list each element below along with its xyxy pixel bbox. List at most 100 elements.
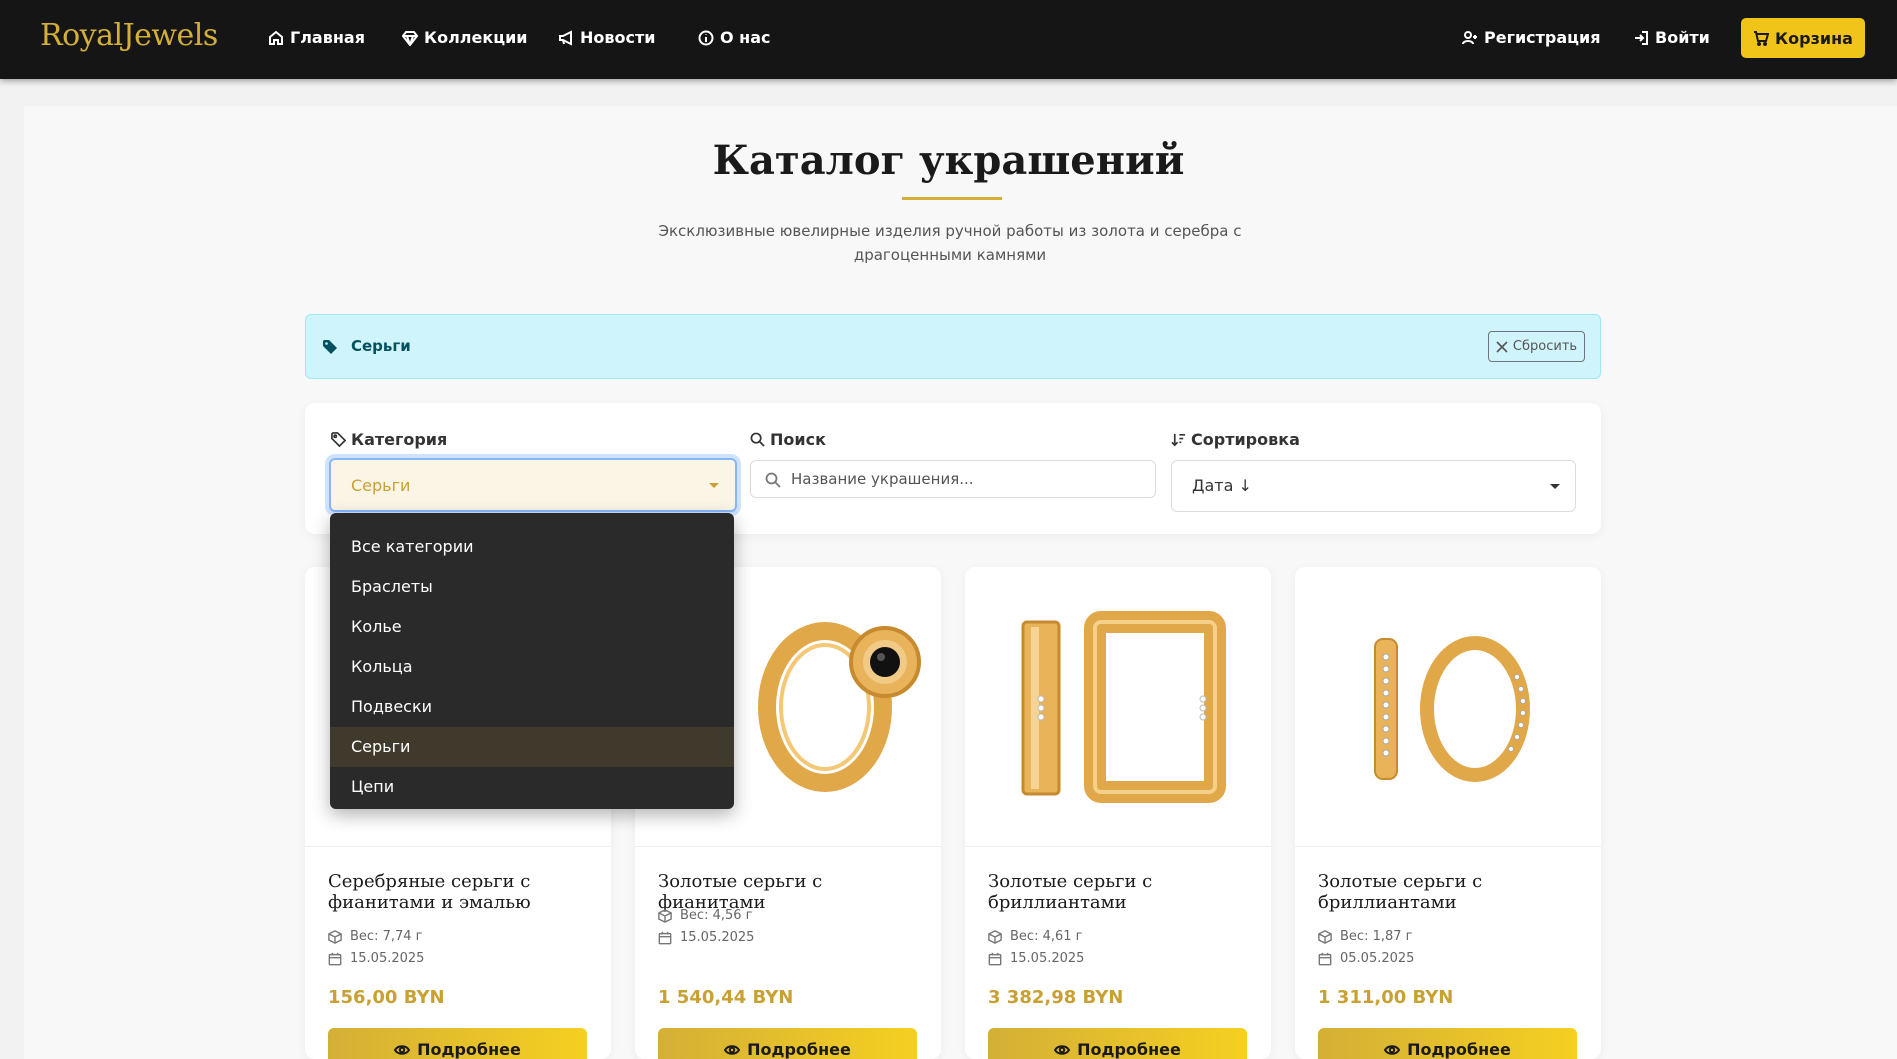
details-button[interactable]: Подробнее bbox=[658, 1028, 917, 1059]
nav-home[interactable]: Главная bbox=[268, 28, 365, 47]
category-select-value: Серьги bbox=[351, 476, 411, 495]
product-date-text: 15.05.2025 bbox=[1010, 951, 1085, 966]
chevron-down-icon bbox=[709, 483, 719, 488]
product-name[interactable]: Золотые серьги с бриллиантами bbox=[988, 871, 1258, 913]
dropdown-option[interactable]: Браслеты bbox=[330, 567, 734, 607]
sort-select-value: Дата ↓ bbox=[1192, 476, 1252, 495]
product-image[interactable] bbox=[965, 567, 1271, 847]
eye-icon bbox=[394, 1045, 411, 1055]
details-button-label: Подробнее bbox=[747, 1040, 851, 1059]
cart-icon bbox=[1754, 31, 1770, 46]
eye-icon bbox=[1054, 1045, 1071, 1055]
dropdown-option[interactable]: Цепи bbox=[330, 767, 734, 807]
dropdown-option[interactable]: Колье bbox=[330, 607, 734, 647]
tag-icon bbox=[323, 340, 337, 354]
active-filter-alert: Серьги Сбросить bbox=[305, 314, 1601, 379]
product-date-text: 05.05.2025 bbox=[1340, 951, 1415, 966]
nav-collections[interactable]: Коллекции bbox=[402, 28, 528, 47]
product-price: 1 311,00 BYN bbox=[1318, 987, 1454, 1008]
product-card[interactable]: Золотые серьги с бриллиантами Вес: 1,87 … bbox=[1295, 567, 1601, 1059]
details-button[interactable]: Подробнее bbox=[988, 1028, 1247, 1059]
title-underline bbox=[902, 197, 1002, 200]
nav-register-label: Регистрация bbox=[1484, 28, 1601, 47]
close-icon bbox=[1496, 340, 1508, 353]
eye-icon bbox=[724, 1045, 741, 1055]
product-card[interactable]: Золотые серьги с бриллиантами Вес: 4,61 … bbox=[965, 567, 1271, 1059]
details-button[interactable]: Подробнее bbox=[1318, 1028, 1577, 1059]
chevron-down-icon bbox=[1550, 484, 1560, 489]
dropdown-option[interactable]: Кольца bbox=[330, 647, 734, 687]
product-date: 15.05.2025 bbox=[988, 951, 1084, 966]
info-icon bbox=[698, 30, 714, 45]
search-input[interactable]: Название украшения... bbox=[750, 460, 1156, 498]
details-button-label: Подробнее bbox=[1077, 1040, 1181, 1059]
product-date: 05.05.2025 bbox=[1318, 951, 1414, 966]
product-name[interactable]: Золотые серьги с бриллиантами bbox=[1318, 871, 1588, 913]
product-price: 156,00 BYN bbox=[328, 987, 445, 1008]
dropdown-option-selected[interactable]: Серьги bbox=[330, 727, 734, 767]
reset-filter-button[interactable]: Сбросить bbox=[1488, 331, 1585, 362]
login-icon bbox=[1635, 30, 1648, 45]
product-date: 15.05.2025 bbox=[328, 951, 424, 966]
active-filter-label: Серьги bbox=[351, 337, 411, 355]
details-button-label: Подробнее bbox=[417, 1040, 521, 1059]
cart-label: Корзина bbox=[1775, 28, 1853, 48]
product-price: 1 540,44 BYN bbox=[658, 987, 794, 1008]
brand-logo[interactable]: RoyalJewels bbox=[40, 18, 218, 53]
earring-hoop-diamond-image bbox=[1374, 636, 1530, 782]
nav-about-label: О нас bbox=[720, 28, 771, 47]
earring-square-gold-image bbox=[1021, 611, 1226, 803]
product-name[interactable]: Серебряные серьги с фианитами и эмалью bbox=[328, 871, 598, 913]
product-weight-text: Вес: 7,74 г bbox=[350, 929, 423, 944]
details-button[interactable]: Подробнее bbox=[328, 1028, 587, 1059]
dropdown-option[interactable]: Все категории bbox=[330, 527, 734, 567]
product-date-text: 15.05.2025 bbox=[350, 951, 425, 966]
tag-outline-icon bbox=[331, 432, 346, 447]
product-weight-text: Вес: 4,56 г bbox=[680, 908, 753, 923]
category-dropdown-menu: Все категории Браслеты Колье Кольца Подв… bbox=[330, 513, 734, 809]
sort-icon bbox=[1171, 433, 1186, 447]
product-weight-text: Вес: 1,87 г bbox=[1340, 929, 1413, 944]
cart-button[interactable]: Корзина bbox=[1741, 18, 1865, 58]
box-icon bbox=[988, 929, 1002, 944]
product-weight: Вес: 7,74 г bbox=[328, 929, 422, 944]
nav-collections-label: Коллекции bbox=[424, 28, 528, 47]
nav-about[interactable]: О нас bbox=[698, 28, 771, 47]
product-weight: Вес: 4,61 г bbox=[988, 929, 1082, 944]
search-label-text: Поиск bbox=[770, 430, 826, 449]
sort-label-text: Сортировка bbox=[1191, 430, 1300, 449]
user-plus-icon bbox=[1462, 30, 1477, 44]
product-image[interactable] bbox=[1295, 567, 1601, 847]
search-placeholder: Название украшения... bbox=[791, 470, 974, 488]
product-weight: Вес: 4,56 г bbox=[658, 908, 752, 923]
search-icon bbox=[765, 472, 781, 488]
search-icon bbox=[750, 432, 765, 447]
page-subtitle: Эксклюзивные ювелирные изделия ручной ра… bbox=[658, 222, 1242, 264]
page-title: Каталог украшений bbox=[712, 137, 1185, 184]
nav-register[interactable]: Регистрация bbox=[1462, 28, 1601, 47]
box-icon bbox=[658, 908, 672, 923]
box-icon bbox=[328, 929, 342, 944]
megaphone-icon bbox=[559, 29, 572, 46]
product-date-text: 15.05.2025 bbox=[680, 930, 755, 945]
home-icon bbox=[269, 30, 283, 45]
nav-news[interactable]: Новости bbox=[558, 28, 655, 47]
box-icon bbox=[1318, 929, 1332, 944]
product-weight: Вес: 1,87 г bbox=[1318, 929, 1412, 944]
sort-label: Сортировка bbox=[1171, 430, 1300, 449]
product-price: 3 382,98 BYN bbox=[988, 987, 1124, 1008]
category-select[interactable]: Серьги bbox=[329, 458, 737, 512]
nav-login[interactable]: Войти bbox=[1633, 28, 1710, 47]
product-name[interactable]: Золотые серьги с фианитами bbox=[658, 871, 928, 913]
category-label: Категория bbox=[331, 430, 447, 449]
category-label-text: Категория bbox=[351, 430, 448, 449]
product-weight-text: Вес: 4,61 г bbox=[1010, 929, 1083, 944]
calendar-icon bbox=[1318, 952, 1332, 965]
reset-label: Сбросить bbox=[1512, 339, 1578, 354]
nav-news-label: Новости bbox=[580, 28, 656, 47]
product-date: 15.05.2025 bbox=[658, 930, 754, 945]
sort-select[interactable]: Дата ↓ bbox=[1171, 460, 1576, 512]
gem-icon bbox=[402, 30, 418, 46]
dropdown-option[interactable]: Подвески bbox=[330, 687, 734, 727]
nav-login-label: Войти bbox=[1655, 28, 1710, 47]
